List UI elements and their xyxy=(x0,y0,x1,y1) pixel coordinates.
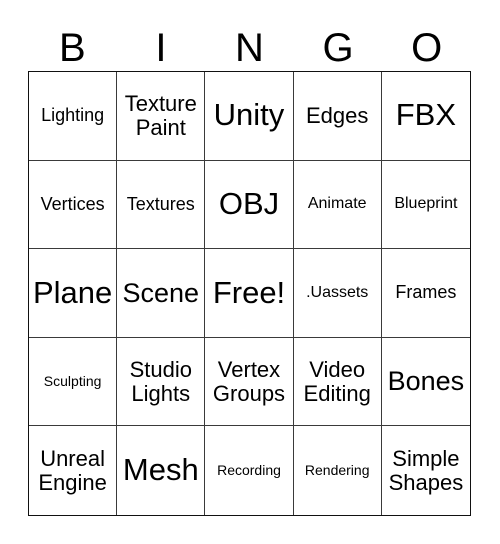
bingo-cell[interactable]: Lighting xyxy=(29,72,118,161)
bingo-cell[interactable]: Plane xyxy=(29,249,118,338)
bingo-cell-label: Lighting xyxy=(41,105,105,126)
bingo-cell-label: Frames xyxy=(395,282,457,303)
bingo-cell[interactable]: Recording xyxy=(205,426,294,515)
header-letter-i: I xyxy=(155,26,167,70)
bingo-cell[interactable]: Unity xyxy=(205,72,294,161)
bingo-cell[interactable]: Frames xyxy=(381,249,470,338)
bingo-cell-label: Animate xyxy=(307,194,367,212)
bingo-cell[interactable]: Texture Paint xyxy=(117,72,206,161)
header-letter-o: O xyxy=(411,26,443,70)
bingo-cell-label: Plane xyxy=(32,274,113,310)
bingo-cell[interactable]: Rendering xyxy=(293,426,382,515)
bingo-cell-label: Unity xyxy=(213,97,285,133)
bingo-grid: Lighting Texture Paint Unity Edges FBX Vertic… xyxy=(28,71,471,516)
bingo-cell[interactable]: OBJ xyxy=(205,160,294,250)
bingo-cell-label: Video Editing xyxy=(303,357,371,406)
header-letter-b: B xyxy=(58,26,86,70)
bingo-cell-label: .Uassets xyxy=(306,283,369,301)
bingo-cell[interactable]: Vertices xyxy=(29,160,118,250)
bingo-cell-label: Mesh xyxy=(122,452,199,488)
bingo-cell-label: Free! xyxy=(212,274,286,310)
bingo-cell[interactable]: Unreal Engine xyxy=(29,426,118,515)
bingo-cell-label: Bones xyxy=(387,366,465,397)
bingo-cell[interactable]: Edges xyxy=(293,72,382,161)
bingo-cell[interactable]: Sculpting xyxy=(29,337,118,427)
bingo-header-row: B I N G O xyxy=(28,18,471,70)
bingo-cell[interactable]: Animate xyxy=(293,160,382,250)
bingo-cell[interactable]: .Uassets xyxy=(293,249,382,338)
bingo-free-space-cell[interactable]: Free! xyxy=(205,249,294,338)
header-letter-n: N xyxy=(235,26,264,70)
bingo-cell-label: Textures xyxy=(126,193,195,214)
bingo-cell-label: Studio Lights xyxy=(129,357,192,406)
bingo-cell-label: Texture Paint xyxy=(124,91,197,140)
bingo-cell-label: Simple Shapes xyxy=(388,446,464,495)
bingo-cell[interactable]: FBX xyxy=(381,72,470,161)
bingo-cell-label: Scene xyxy=(122,277,200,308)
bingo-cell-label: Rendering xyxy=(304,462,370,479)
bingo-cell-label: Vertex Groups xyxy=(212,357,286,406)
bingo-cell-label: Sculpting xyxy=(43,373,102,390)
bingo-cell[interactable]: Studio Lights xyxy=(117,337,206,427)
bingo-cell[interactable]: Simple Shapes xyxy=(381,426,470,515)
bingo-card: B I N G O Lighting Texture Paint Unity Edge… xyxy=(0,0,500,544)
bingo-cell[interactable]: Textures xyxy=(117,160,206,250)
bingo-cell[interactable]: Mesh xyxy=(117,426,206,515)
bingo-cell-label: Vertices xyxy=(40,193,105,214)
header-letter-g: G xyxy=(322,26,354,70)
bingo-cell[interactable]: Bones xyxy=(381,337,470,427)
bingo-cell-label: Edges xyxy=(306,103,369,129)
bingo-cell-label: Blueprint xyxy=(394,194,458,212)
bingo-cell-label: Unreal Engine xyxy=(38,446,107,495)
bingo-cell[interactable]: Video Editing xyxy=(293,337,382,427)
bingo-cell-label: Recording xyxy=(217,462,281,479)
bingo-cell-label: OBJ xyxy=(218,185,280,221)
bingo-cell-label: FBX xyxy=(395,97,457,133)
bingo-cell[interactable]: Scene xyxy=(117,249,206,338)
bingo-cell[interactable]: Vertex Groups xyxy=(205,337,294,427)
bingo-cell[interactable]: Blueprint xyxy=(381,160,470,250)
